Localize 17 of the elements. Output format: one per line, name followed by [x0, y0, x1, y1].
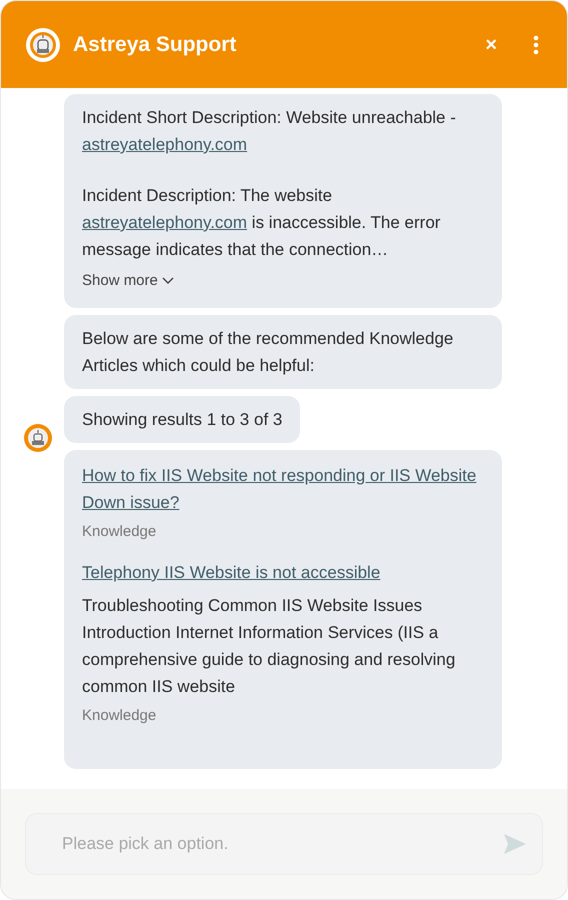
message-text: Incident Short Description: Website unreachable - astreyatelephony.com: [82, 107, 457, 156]
send-icon[interactable]: [504, 834, 526, 854]
article-link[interactable]: Telephony IIS Website is not accessible: [82, 559, 484, 586]
show-more-button[interactable]: Show more: [82, 267, 174, 294]
message-text: Incident Description: The website astreyatelephony.com is inaccessible. The error message indicates that the connection…: [82, 185, 442, 261]
chevron-down-icon: [162, 276, 174, 284]
article-source: Knowledge: [82, 522, 158, 542]
website-link[interactable]: astreyatelephony.com: [82, 135, 248, 154]
article-link[interactable]: How to fix IIS Website not responding or IIS Website Down issue?: [82, 462, 484, 516]
article-snippet: Troubleshooting Common IIS Website Issues Introduction Internet Information Services (IIS a comprehensive guide to diagnosing and resolving common IIS website: [82, 595, 456, 698]
bot-avatar-icon: [25, 26, 61, 62]
message-text: Below are some of the recommended Knowledge Articles which could be helpful:: [82, 328, 454, 377]
message-text: Showing results 1 to 3 of 3: [82, 409, 282, 431]
article-source: Knowledge: [82, 706, 158, 726]
chat-title: Astreya Support: [73, 32, 238, 58]
website-link[interactable]: astreyatelephony.com: [82, 213, 248, 232]
more-options-icon[interactable]: [533, 34, 539, 54]
